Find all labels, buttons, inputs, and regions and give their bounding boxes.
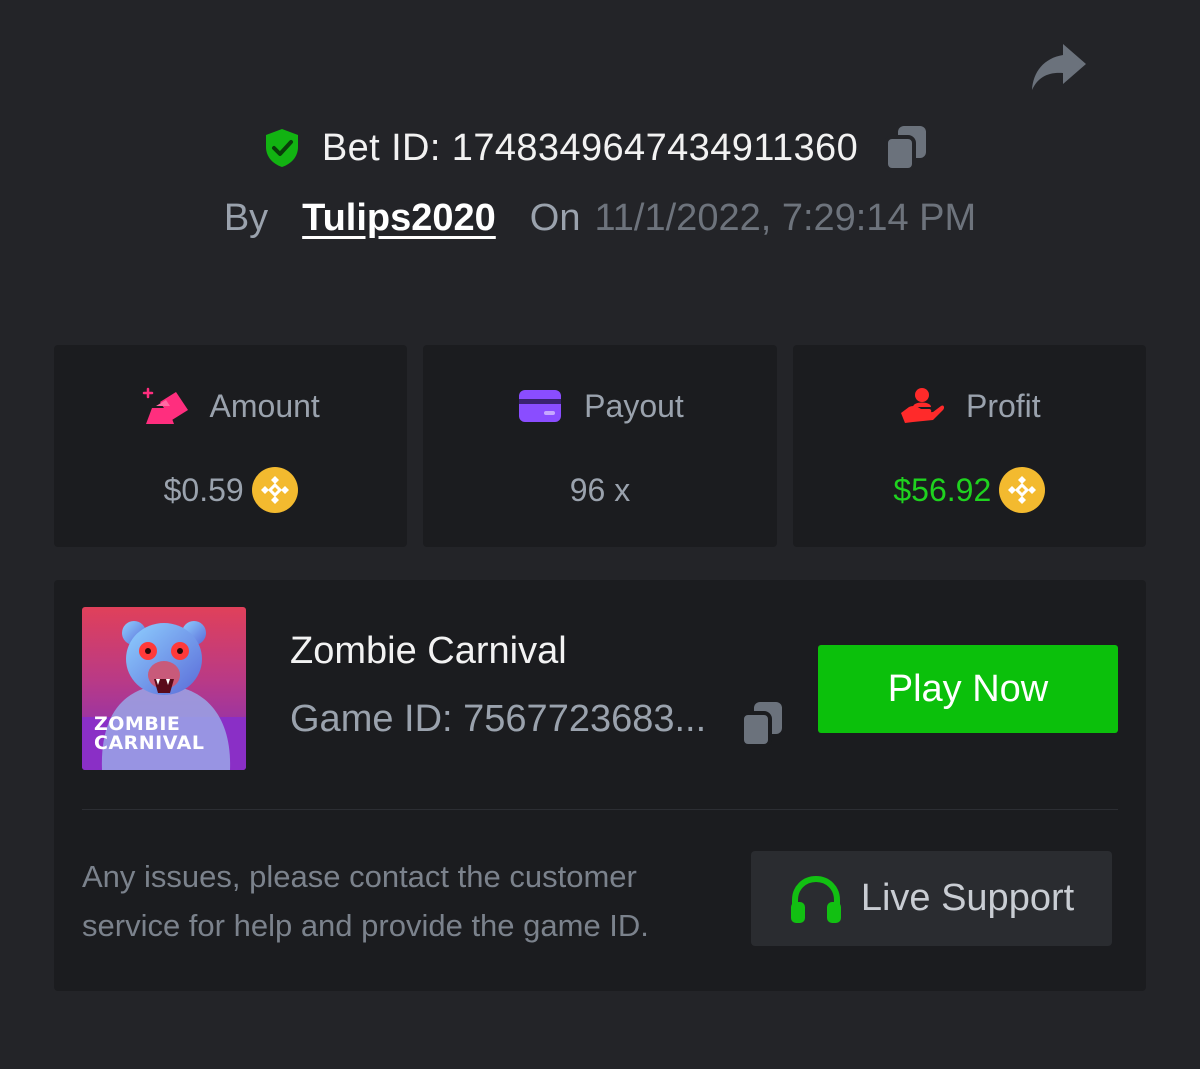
amount-card: Amount $0.59 <box>54 345 408 547</box>
copy-game-id-button[interactable] <box>740 700 784 748</box>
amount-value: $0.59 <box>163 471 244 508</box>
shield-check-icon <box>265 129 298 167</box>
live-support-label: Live Support <box>860 877 1075 919</box>
game-name: Zombie Carnival <box>290 630 567 672</box>
game-thumbnail[interactable]: ZOMBIE CARNIVAL <box>82 607 246 770</box>
payout-card: Payout 96 x <box>423 345 777 547</box>
divider <box>82 809 1118 810</box>
payout-value: 96 x <box>569 471 631 508</box>
copy-icon <box>884 126 927 172</box>
live-support-button[interactable]: Live Support <box>751 851 1112 946</box>
bet-meta-row: By Tulips2020 On 11/1/2022, 7:29:14 PM <box>0 190 1200 246</box>
game-panel: ZOMBIE CARNIVAL Zombie Carnival Game ID:… <box>54 580 1146 991</box>
share-icon <box>1032 44 1086 90</box>
game-id: Game ID: 7567723683... <box>290 698 707 740</box>
thumbnail-title-line2: CARNIVAL <box>94 732 205 754</box>
card-icon <box>516 386 564 426</box>
profit-hand-icon <box>898 386 946 426</box>
username-link[interactable]: Tulips2020 <box>302 197 496 240</box>
bnb-coin-icon <box>251 467 298 513</box>
amount-label: Amount <box>209 387 320 424</box>
bet-stats: Amount $0.59 Payout 96 x Profit $56.92 <box>54 345 1146 547</box>
on-label: On <box>529 196 581 239</box>
profit-value: $56.92 <box>893 471 992 508</box>
payout-label: Payout <box>584 387 684 424</box>
bet-id: Bet ID: 1748349647434911360 <box>321 126 859 169</box>
copy-icon <box>740 702 782 748</box>
profit-card: Profit $56.92 <box>792 345 1146 547</box>
share-button[interactable] <box>1028 40 1088 94</box>
bet-id-row: Bet ID: 1748349647434911360 <box>0 118 1200 178</box>
profit-label: Profit <box>965 387 1041 424</box>
play-now-button[interactable]: Play Now <box>818 645 1118 733</box>
bet-date: 11/1/2022, 7:29:14 PM <box>594 196 977 239</box>
bnb-coin-icon <box>999 467 1046 513</box>
support-help-text: Any issues, please contact the customer … <box>82 859 649 943</box>
headphones-icon <box>790 875 841 923</box>
by-label: By <box>223 196 269 239</box>
copy-bet-id-button[interactable] <box>884 124 928 172</box>
bet-amount-icon <box>142 386 190 426</box>
